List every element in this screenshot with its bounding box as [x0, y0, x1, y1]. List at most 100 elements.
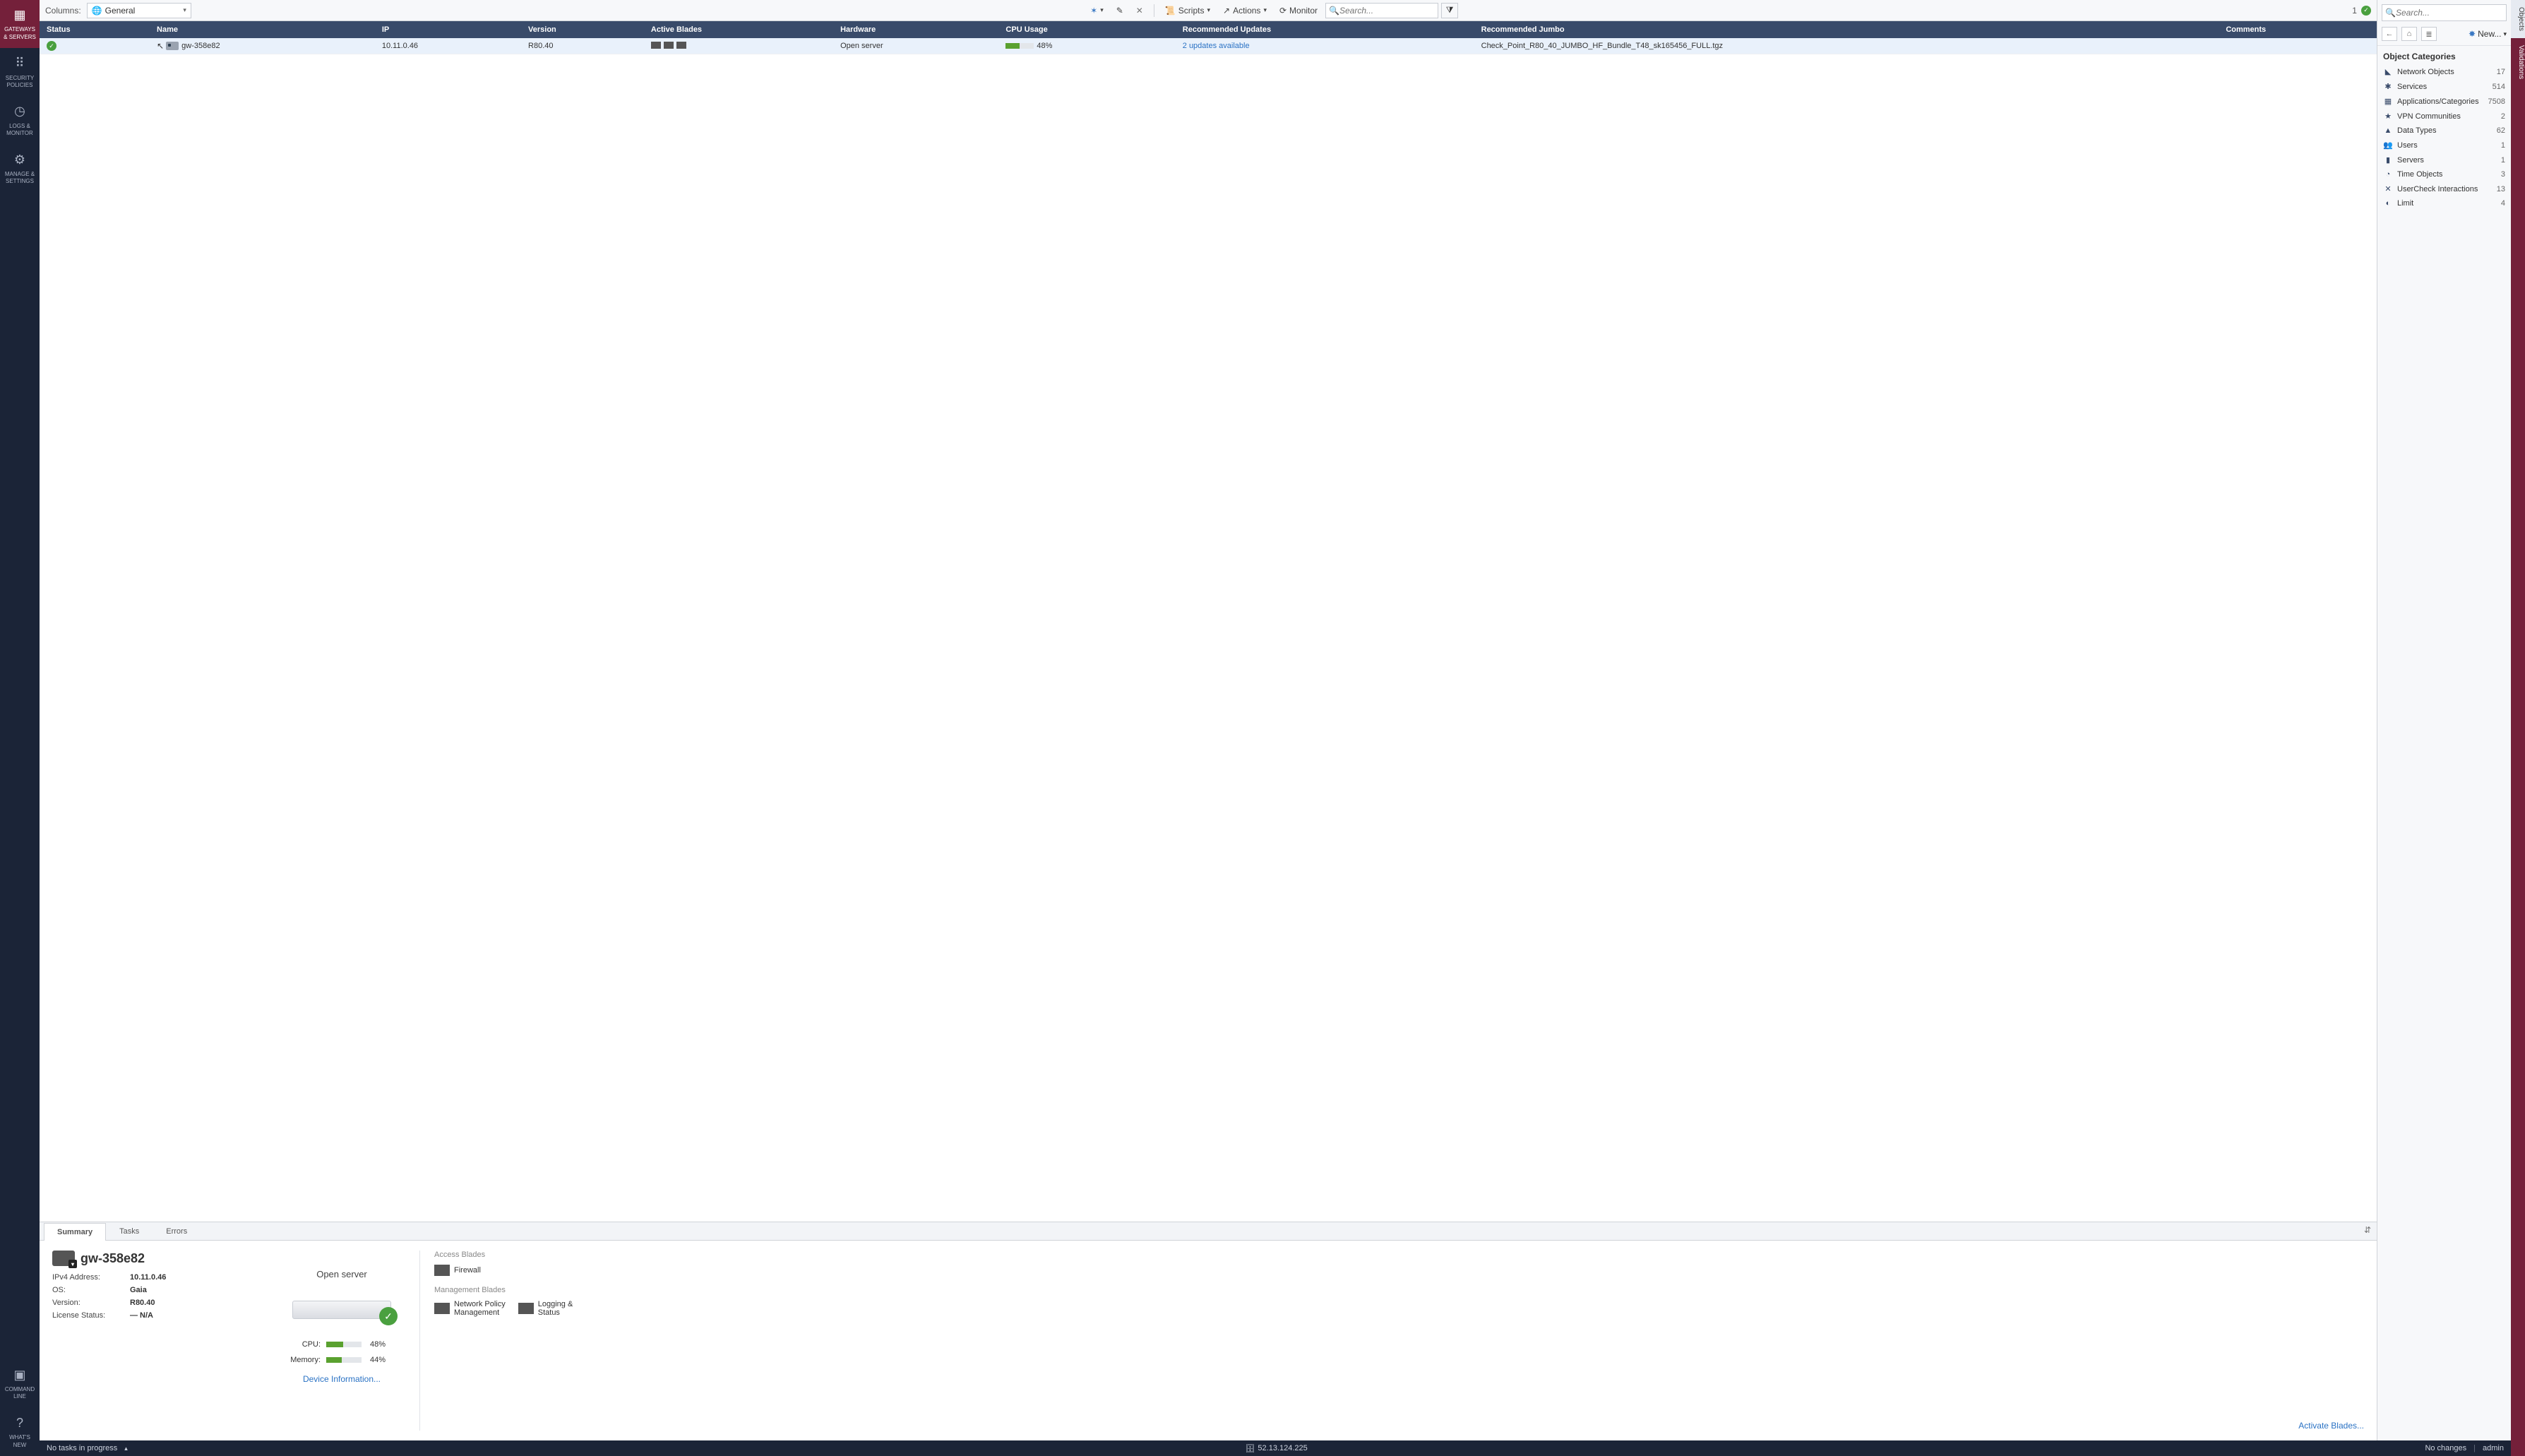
- device-information-link[interactable]: Device Information...: [278, 1374, 405, 1384]
- actions-button[interactable]: ↗Actions▾: [1218, 3, 1272, 18]
- activate-blades-link[interactable]: Activate Blades...: [2298, 1421, 2364, 1431]
- category-icon: ▲: [2383, 126, 2393, 135]
- list-view-button[interactable]: ≣: [2421, 27, 2437, 41]
- toolbar-search-input[interactable]: [1339, 6, 1435, 16]
- cpu-value: 48%: [370, 1340, 386, 1349]
- row-blades: [644, 38, 833, 54]
- management-blades-title: Management Blades: [434, 1286, 2364, 1294]
- star-plus-icon: ✶: [1090, 6, 1097, 16]
- category-icon: ◣: [2383, 67, 2393, 76]
- object-category[interactable]: ★VPN Communities2: [2377, 109, 2511, 124]
- edit-button[interactable]: ✎: [1111, 3, 1128, 18]
- cursor-icon: ↖: [157, 41, 164, 51]
- row-jumbo: Check_Point_R80_40_JUMBO_HF_Bundle_T48_s…: [1474, 38, 2219, 54]
- nav-gateways-servers[interactable]: ▦ GATEWAYS & SERVERS: [0, 0, 40, 48]
- object-category[interactable]: 👥Users1: [2377, 138, 2511, 153]
- object-category[interactable]: ✕UserCheck Interactions13: [2377, 181, 2511, 196]
- delete-button[interactable]: ✕: [1131, 3, 1148, 18]
- objects-search-input[interactable]: [2396, 8, 2503, 18]
- nav-label: & SERVERS: [4, 34, 36, 40]
- collapse-icon: ⇵: [2364, 1225, 2371, 1235]
- detail-kv: Version:R80.40: [52, 1299, 264, 1307]
- chevron-down-icon: ▾: [2503, 30, 2507, 38]
- column-header[interactable]: Name: [150, 21, 375, 38]
- toolbar: Columns: 🌐 General ▾ ✶▾ ✎ ✕ 📜Scripts▾ ↗A…: [40, 0, 2377, 21]
- row-comments: [2219, 38, 2377, 54]
- pencil-icon: ✎: [1116, 6, 1123, 16]
- home-button[interactable]: ⌂: [2401, 27, 2417, 41]
- monitor-label: Monitor: [1289, 6, 1318, 16]
- scripts-label: Scripts: [1178, 6, 1205, 16]
- object-category[interactable]: ▦Applications/Categories7508: [2377, 94, 2511, 109]
- main-area: Columns: 🌐 General ▾ ✶▾ ✎ ✕ 📜Scripts▾ ↗A…: [40, 0, 2377, 1456]
- blade-item[interactable]: Logging &Status: [518, 1300, 573, 1317]
- object-category[interactable]: ✱Services514: [2377, 79, 2511, 94]
- column-header[interactable]: IP: [375, 21, 521, 38]
- column-header[interactable]: Recommended Jumbo: [1474, 21, 2219, 38]
- tab-objects[interactable]: Objects: [2511, 0, 2525, 38]
- gateways-icon: ▦: [1, 7, 38, 23]
- object-category[interactable]: ◐Limit4: [2377, 196, 2511, 210]
- category-name: Data Types: [2397, 126, 2436, 135]
- object-category[interactable]: ◣Network Objects17: [2377, 64, 2511, 79]
- back-button[interactable]: ←: [2382, 27, 2397, 41]
- column-header[interactable]: Comments: [2219, 21, 2377, 38]
- blade-name: Logging &Status: [538, 1300, 573, 1317]
- settings-icon: ⚙: [1, 152, 38, 168]
- category-name: Limit: [2397, 199, 2413, 208]
- gateway-icon: [166, 42, 179, 50]
- category-name: VPN Communities: [2397, 112, 2461, 121]
- toolbar-search[interactable]: 🔍: [1325, 3, 1438, 18]
- memory-value: 44%: [370, 1356, 386, 1364]
- columns-select[interactable]: 🌐 General ▾: [87, 3, 191, 18]
- nav-whats-new[interactable]: ? WHAT'S NEW: [0, 1408, 40, 1456]
- category-icon: ✕: [2383, 184, 2393, 193]
- collapse-details-button[interactable]: ⇵: [2358, 1222, 2377, 1240]
- new-gateway-button[interactable]: ✶▾: [1085, 3, 1109, 18]
- object-category[interactable]: ▮Servers1: [2377, 153, 2511, 167]
- chevron-up-icon[interactable]: ▴: [124, 1445, 128, 1452]
- star-icon: ✸: [2469, 29, 2476, 39]
- new-object-button[interactable]: ✸ New... ▾: [2469, 29, 2507, 39]
- table-row[interactable]: ✓↖ gw-358e8210.11.0.46R80.40Open server4…: [40, 38, 2377, 54]
- script-icon: 📜: [1165, 6, 1176, 16]
- row-version: R80.40: [521, 38, 644, 54]
- column-header[interactable]: Version: [521, 21, 644, 38]
- nav-label: GATEWAYS: [4, 26, 35, 32]
- tab-tasks[interactable]: Tasks: [106, 1222, 153, 1240]
- object-category[interactable]: ▲Data Types62: [2377, 124, 2511, 138]
- tab-validations[interactable]: Validations: [2511, 38, 2525, 86]
- column-header[interactable]: Status: [40, 21, 150, 38]
- category-count: 2: [2501, 112, 2505, 121]
- nav-security-policies[interactable]: ⠿ SECURITY POLICIES: [0, 48, 40, 96]
- tab-errors[interactable]: Errors: [153, 1222, 201, 1240]
- blade-item[interactable]: Firewall: [434, 1265, 481, 1276]
- category-name: Users: [2397, 141, 2418, 150]
- object-category[interactable]: ◔Time Objects3: [2377, 167, 2511, 181]
- tasks-status[interactable]: No tasks in progress: [47, 1444, 117, 1452]
- nav-label: MONITOR: [6, 130, 33, 136]
- access-blades-title: Access Blades: [434, 1251, 2364, 1259]
- filter-button[interactable]: ⧩: [1441, 3, 1458, 18]
- category-count: 7508: [2488, 97, 2505, 106]
- blade-item[interactable]: Network PolicyManagement: [434, 1300, 506, 1317]
- nav-command-line[interactable]: ▣ COMMAND LINE: [0, 1360, 40, 1408]
- monitor-button[interactable]: ⟳Monitor: [1275, 3, 1323, 18]
- objects-panel: 🔍 ← ⌂ ≣ ✸ New... ▾ Object Categories ◣Ne…: [2377, 0, 2511, 1456]
- row-count: 1: [2352, 6, 2357, 16]
- nav-manage-settings[interactable]: ⚙ MANAGE & SETTINGS: [0, 145, 40, 193]
- column-header[interactable]: CPU Usage: [998, 21, 1175, 38]
- column-header[interactable]: Active Blades: [644, 21, 833, 38]
- tab-summary[interactable]: Summary: [44, 1223, 106, 1241]
- current-user[interactable]: admin: [2483, 1444, 2504, 1452]
- column-header[interactable]: Hardware: [833, 21, 998, 38]
- updates-link[interactable]: 2 updates available: [1183, 42, 1250, 50]
- kv-key: License Status:: [52, 1311, 130, 1320]
- column-header[interactable]: Recommended Updates: [1176, 21, 1474, 38]
- nav-logs-monitor[interactable]: ◷ LOGS & MONITOR: [0, 96, 40, 144]
- category-count: 13: [2497, 185, 2505, 193]
- category-name: Time Objects: [2397, 170, 2442, 179]
- columns-value: General: [105, 6, 136, 16]
- scripts-button[interactable]: 📜Scripts▾: [1160, 3, 1215, 18]
- objects-search[interactable]: 🔍: [2382, 4, 2507, 21]
